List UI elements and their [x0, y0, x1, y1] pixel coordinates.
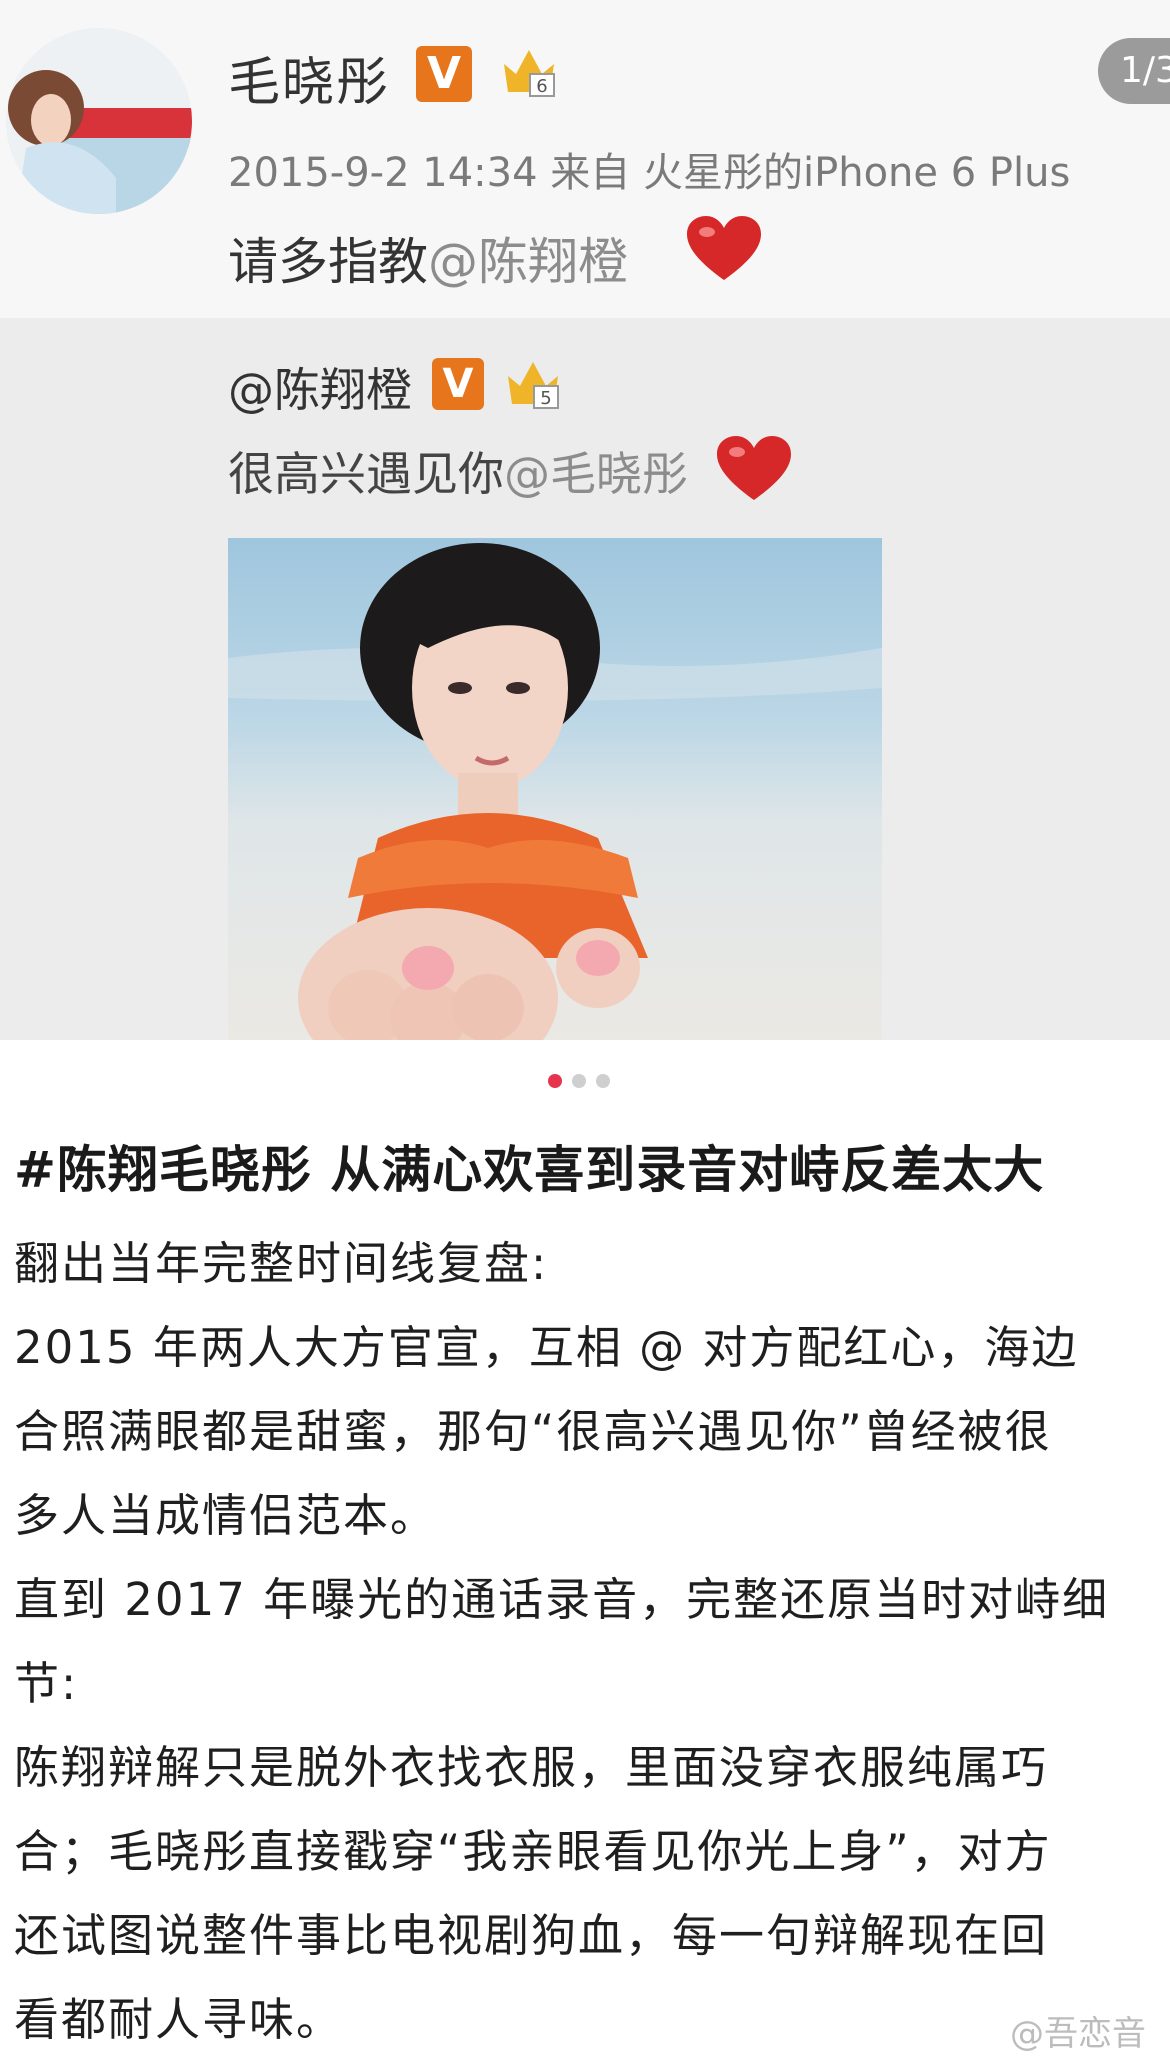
carousel-dot-1[interactable]	[548, 1074, 562, 1088]
article-title[interactable]: #陈翔毛晓彤 从满心欢喜到录音对峙反差太大	[14, 1130, 1164, 1202]
repost-block: @陈翔橙 V 5 很高兴遇见你@毛晓彤	[0, 318, 1170, 1040]
red-heart-icon	[687, 216, 761, 280]
beach-photo[interactable]	[228, 538, 882, 1040]
crown-level-number: 6	[536, 76, 547, 97]
article-line: 陈翔辩解只是脱外衣找衣服，里面没穿衣服纯属巧	[14, 1741, 1049, 1794]
author-avatar[interactable]	[6, 28, 192, 214]
verified-v-icon: V	[416, 46, 472, 102]
post-meta: 2015-9-2 14:34 来自 火星彤的iPhone 6 Plus	[228, 150, 1071, 196]
crown-level-icon: 5	[508, 362, 559, 409]
article-line: 合照满眼都是甜蜜，那句“很高兴遇见你”曾经被很	[14, 1405, 1052, 1458]
author-name[interactable]: 毛晓彤	[228, 40, 390, 115]
article-line: 还试图说整件事比电视剧狗血，每一句辩解现在回	[14, 1909, 1049, 1962]
red-heart-icon	[717, 436, 791, 500]
repost-text: 很高兴遇见你@毛晓彤	[228, 438, 688, 504]
article-line: 多人当成情侣范本。	[14, 1489, 438, 1542]
repost-mention[interactable]: @毛晓彤	[504, 447, 688, 501]
crown-level-icon: 6	[504, 50, 555, 97]
repost-author[interactable]: @陈翔橙	[228, 354, 412, 420]
verified-v-icon: V	[432, 358, 484, 410]
article-line: 节:	[14, 1657, 79, 1710]
page-indicator: 1/3	[1098, 38, 1170, 104]
watermark: @吾恋音	[1010, 2014, 1146, 2054]
article-line: 看都耐人寻味。	[14, 1993, 344, 2046]
original-post: 毛晓彤 V 6 2015-9-2 14:34 来自 火星彤的iPhone 6 P…	[0, 0, 1170, 318]
repost-text-body: 很高兴遇见你	[228, 447, 504, 501]
carousel-dot-3[interactable]	[596, 1074, 610, 1088]
article-line: 合；毛晓彤直接戳穿“我亲眼看见你光上身”，对方	[14, 1825, 1052, 1878]
post-text-body: 请多指教	[228, 233, 428, 291]
crown-level-number: 5	[540, 388, 551, 409]
carousel-dot-2[interactable]	[572, 1074, 586, 1088]
article-line: 翻出当年完整时间线复盘:	[14, 1237, 549, 1290]
post-mention[interactable]: @陈翔橙	[428, 233, 628, 291]
article-line: 直到 2017 年曝光的通话录音，完整还原当时对峙细	[14, 1573, 1110, 1626]
post-text: 请多指教@陈翔橙	[228, 222, 628, 294]
article-line: 2015 年两人大方官宣，互相 @ 对方配红心，海边	[14, 1321, 1079, 1374]
post-image-carousel[interactable]: 毛晓彤 V 6 2015-9-2 14:34 来自 火星彤的iPhone 6 P…	[0, 0, 1170, 1040]
